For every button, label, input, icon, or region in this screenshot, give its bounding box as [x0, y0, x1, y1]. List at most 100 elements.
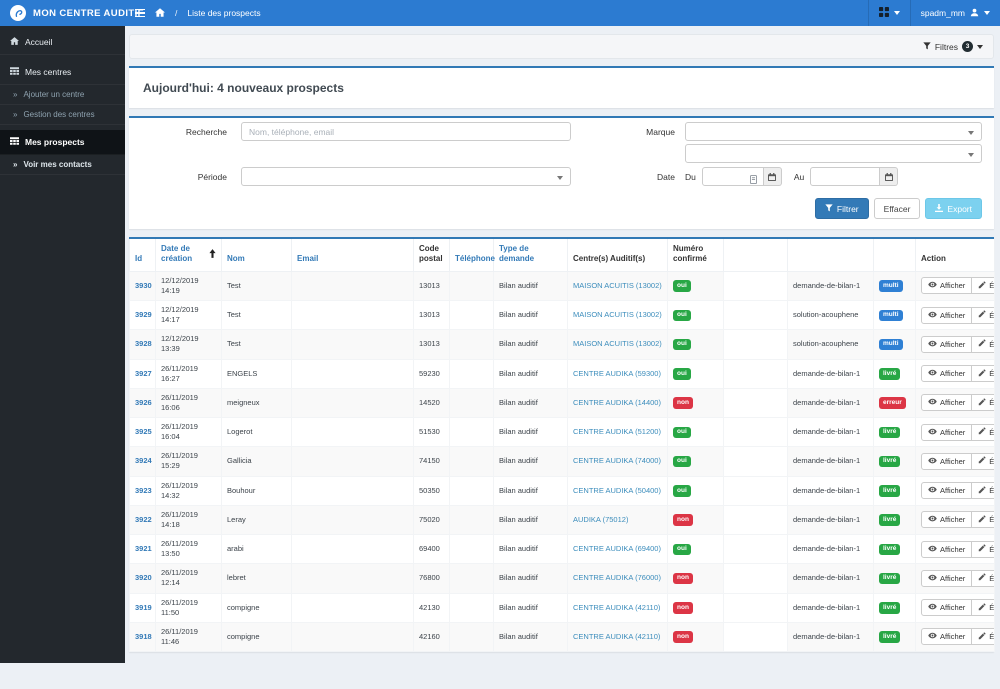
centre-link[interactable]: CENTRE AUDIKA (59300)	[573, 369, 661, 378]
prospect-id-link[interactable]: 3929	[135, 310, 152, 319]
afficher-button[interactable]: Afficher	[921, 394, 972, 411]
pencil-icon	[978, 515, 986, 525]
date-au-input[interactable]	[810, 167, 880, 186]
brand[interactable]: MON CENTRE AUDITIF	[0, 0, 125, 26]
centre-link[interactable]: CENTRE AUDIKA (69400)	[573, 544, 661, 553]
prospect-id-link[interactable]: 3920	[135, 573, 152, 582]
centre-link[interactable]: CENTRE AUDIKA (76000)	[573, 573, 661, 582]
editer-button[interactable]: Éditer	[972, 599, 994, 616]
prospect-id-link[interactable]: 3930	[135, 281, 152, 290]
calendar-button[interactable]	[764, 167, 782, 186]
prospect-id-link[interactable]: 3928	[135, 339, 152, 348]
afficher-button[interactable]: Afficher	[921, 599, 972, 616]
editer-button[interactable]: Éditer	[972, 570, 994, 587]
cell-telephone	[450, 301, 494, 330]
header-label: Centre(s) Auditif(s)	[573, 254, 645, 263]
filters-dropdown-button[interactable]: Filtres 3	[923, 41, 983, 52]
sidebar-item-gestion-des-centres[interactable]: » Gestion des centres	[0, 105, 125, 125]
chevron-right-icon: »	[13, 91, 17, 99]
editer-button[interactable]: Éditer	[972, 336, 994, 353]
cell-email	[292, 476, 414, 505]
sidebar-toggle-icon[interactable]	[135, 9, 145, 18]
editer-button[interactable]: Éditer	[972, 394, 994, 411]
status-badge: livré	[879, 631, 900, 643]
prospect-id-link[interactable]: 3921	[135, 544, 152, 553]
cell-status: livré	[874, 447, 916, 476]
afficher-button[interactable]: Afficher	[921, 482, 972, 499]
prospects-table-panel: Id Date de création Nom Email Code posta…	[129, 237, 994, 652]
centre-link[interactable]: CENTRE AUDIKA (14400)	[573, 398, 661, 407]
prospects-table: Id Date de création Nom Email Code posta…	[129, 239, 995, 652]
settings-menu-button[interactable]	[868, 0, 910, 26]
centre-link[interactable]: CENTRE AUDIKA (42110)	[573, 603, 660, 612]
afficher-button[interactable]: Afficher	[921, 424, 972, 441]
afficher-button[interactable]: Afficher	[921, 628, 972, 645]
cell-id: 3929	[130, 301, 156, 330]
prospect-id-link[interactable]: 3926	[135, 398, 152, 407]
calendar-button[interactable]	[880, 167, 898, 186]
centre-link[interactable]: CENTRE AUDIKA (74000)	[573, 456, 661, 465]
header-nom[interactable]: Nom	[222, 239, 292, 271]
centre-link[interactable]: CENTRE AUDIKA (51200)	[573, 427, 661, 436]
editer-button[interactable]: Éditer	[972, 424, 994, 441]
prospect-id-link[interactable]: 3925	[135, 427, 152, 436]
editer-button[interactable]: Éditer	[972, 277, 994, 294]
sidebar-item-voir-mes-contacts[interactable]: » Voir mes contacts	[0, 155, 125, 175]
prospect-id-link[interactable]: 3922	[135, 515, 152, 524]
header-id[interactable]: Id	[130, 239, 156, 271]
eye-icon	[928, 369, 937, 378]
sidebar-item-mes-centres[interactable]: Mes centres	[0, 60, 125, 85]
periode-select[interactable]	[241, 167, 571, 186]
editer-button[interactable]: Éditer	[972, 482, 994, 499]
afficher-button[interactable]: Afficher	[921, 570, 972, 587]
header-numero-confirme: Numéro confirmé	[668, 239, 724, 271]
afficher-button-label: Afficher	[940, 545, 965, 554]
afficher-button-label: Afficher	[940, 428, 965, 437]
centre-link[interactable]: MAISON ACUITIS (13002)	[573, 281, 662, 290]
editer-button[interactable]: Éditer	[972, 307, 994, 324]
search-input[interactable]	[241, 122, 571, 141]
cell-action: Afficher Éditer	[916, 564, 995, 593]
afficher-button[interactable]: Afficher	[921, 453, 972, 470]
afficher-button[interactable]: Afficher	[921, 277, 972, 294]
cell-status: livré	[874, 593, 916, 622]
prospect-id-link[interactable]: 3924	[135, 456, 152, 465]
prospect-id-link[interactable]: 3927	[135, 369, 152, 378]
filtrer-button[interactable]: Filtrer	[815, 198, 869, 219]
home-icon[interactable]	[155, 8, 165, 19]
sidebar-item-accueil[interactable]: Accueil	[0, 30, 125, 55]
header-date-creation[interactable]: Date de création	[156, 239, 222, 271]
editer-button[interactable]: Éditer	[972, 541, 994, 558]
effacer-button[interactable]: Effacer	[874, 198, 921, 219]
editer-button[interactable]: Éditer	[972, 365, 994, 382]
marque-select-1[interactable]	[685, 122, 982, 141]
editer-button[interactable]: Éditer	[972, 453, 994, 470]
centre-link[interactable]: AUDIKA (75012)	[573, 515, 628, 524]
cell-action: Afficher Éditer	[916, 359, 995, 388]
header-email[interactable]: Email	[292, 239, 414, 271]
centre-link[interactable]: MAISON ACUITIS (13002)	[573, 339, 662, 348]
confirmed-badge: oui	[673, 368, 691, 380]
cell-empty	[724, 593, 788, 622]
centre-link[interactable]: CENTRE AUDIKA (42110)	[573, 632, 660, 641]
marque-select-2[interactable]	[685, 144, 982, 163]
sidebar-item-ajouter-un-centre[interactable]: » Ajouter un centre	[0, 85, 125, 105]
prospect-id-link[interactable]: 3919	[135, 603, 152, 612]
afficher-button[interactable]: Afficher	[921, 336, 972, 353]
centre-link[interactable]: CENTRE AUDIKA (50400)	[573, 486, 661, 495]
afficher-button[interactable]: Afficher	[921, 541, 972, 558]
editer-button[interactable]: Éditer	[972, 511, 994, 528]
afficher-button[interactable]: Afficher	[921, 365, 972, 382]
afficher-button[interactable]: Afficher	[921, 307, 972, 324]
centre-link[interactable]: MAISON ACUITIS (13002)	[573, 310, 662, 319]
prospect-id-link[interactable]: 3923	[135, 486, 152, 495]
cell-action: Afficher Éditer	[916, 388, 995, 417]
header-telephone[interactable]: Téléphone	[450, 239, 494, 271]
user-menu-button[interactable]: spadm_mm	[910, 0, 1000, 26]
sidebar-item-mes-prospects[interactable]: Mes prospects	[0, 130, 125, 155]
export-button[interactable]: Export	[925, 198, 982, 219]
prospect-id-link[interactable]: 3918	[135, 632, 152, 641]
header-type-demande[interactable]: Type de demande	[494, 239, 568, 271]
afficher-button[interactable]: Afficher	[921, 511, 972, 528]
editer-button[interactable]: Éditer	[972, 628, 994, 645]
